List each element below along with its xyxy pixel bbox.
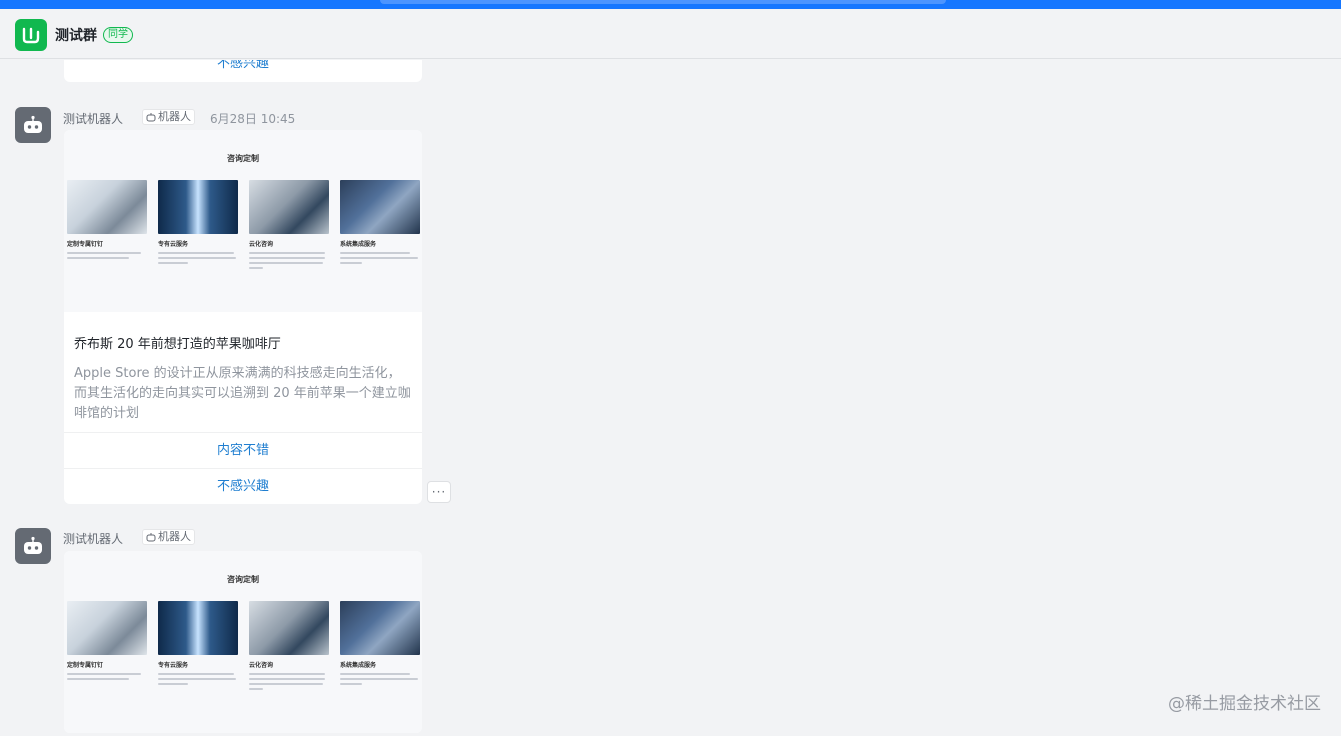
tile-image — [67, 601, 147, 655]
sender-name[interactable]: 测试机器人 — [63, 530, 123, 547]
bot-avatar[interactable] — [15, 528, 51, 564]
tile-name: 系统集成服务 — [340, 662, 377, 669]
tile-description — [249, 252, 329, 269]
tile-name: 专有云服务 — [158, 662, 189, 669]
top-bar — [0, 0, 1341, 9]
tile-description — [249, 673, 329, 690]
robot-badge-icon — [146, 113, 156, 122]
tile-name: 专有云服务 — [158, 241, 189, 248]
chat-title[interactable]: 测试群 — [55, 25, 97, 45]
message-feed[interactable]: 不感兴趣 测试机器人 机器人 6月28日 10:45 咨询定制 定制专属钉钉 专… — [0, 60, 1341, 736]
more-icon: ··· — [431, 485, 447, 499]
bot-badge-label: 机器人 — [158, 110, 191, 123]
tile-image — [67, 180, 147, 234]
tile-image — [340, 180, 420, 234]
preview-title: 咨询定制 — [227, 575, 259, 584]
tile-name: 系统集成服务 — [340, 241, 377, 248]
tile-description — [158, 673, 238, 685]
tile-name: 云化咨询 — [249, 662, 274, 669]
preview-tile: 定制专属钉钉 — [67, 180, 147, 262]
robot-icon — [24, 115, 42, 133]
preview-tile: 定制专属钉钉 — [67, 601, 147, 683]
preview-tile: 专有云服务 — [158, 601, 238, 688]
card-description: Apple Store 的设计正从原来满满的科技感走向生活化，而其生活化的走向其… — [74, 366, 411, 421]
tile-description — [340, 673, 420, 685]
tile-image — [158, 601, 238, 655]
not-interested-button[interactable]: 不感兴趣 — [64, 60, 422, 82]
tile-image — [340, 601, 420, 655]
message-card-previous: 不感兴趣 — [64, 60, 422, 82]
watermark: @稀土掘金技术社区 — [1168, 694, 1321, 714]
card-preview-image: 咨询定制 定制专属钉钉 专有云服务 云化咨询 系统集成服务 — [64, 551, 422, 733]
card-body: 乔布斯 20 年前想打造的苹果咖啡厅 Apple Store 的设计正从原来满满… — [64, 336, 422, 424]
tile-image — [249, 180, 329, 234]
chat-header: 测试群 同学 — [0, 9, 1341, 59]
message-time: 6月28日 10:45 — [210, 112, 296, 126]
bot-avatar[interactable] — [15, 107, 51, 143]
robot-icon — [24, 536, 42, 554]
tile-description — [340, 252, 420, 264]
bot-badge: 机器人 — [142, 109, 195, 125]
card-title[interactable]: 乔布斯 20 年前想打造的苹果咖啡厅 — [74, 336, 412, 354]
preview-title: 咨询定制 — [227, 154, 259, 163]
group-tag: 同学 — [103, 27, 133, 43]
tile-name: 定制专属钉钉 — [67, 241, 104, 248]
preview-tile: 云化咨询 — [249, 601, 329, 693]
tile-name: 定制专属钉钉 — [67, 662, 104, 669]
robot-badge-icon — [146, 533, 156, 542]
preview-tile: 系统集成服务 — [340, 601, 420, 688]
content-good-button[interactable]: 内容不错 — [64, 432, 422, 468]
card-preview-image: 咨询定制 定制专属钉钉 专有云服务 云化咨询 系统集成服务 — [64, 130, 422, 312]
tile-image — [249, 601, 329, 655]
tile-name: 云化咨询 — [249, 241, 274, 248]
message-card[interactable]: 咨询定制 定制专属钉钉 专有云服务 云化咨询 — [64, 551, 422, 733]
group-logo-icon[interactable] — [15, 19, 47, 51]
preview-tile: 专有云服务 — [158, 180, 238, 267]
tile-description — [67, 252, 147, 259]
not-interested-button[interactable]: 不感兴趣 — [64, 468, 422, 504]
tile-description — [67, 673, 147, 680]
tile-image — [158, 180, 238, 234]
preview-tile: 云化咨询 — [249, 180, 329, 272]
tile-description — [158, 252, 238, 264]
search-bar[interactable] — [380, 0, 946, 4]
bot-badge: 机器人 — [142, 529, 195, 545]
bot-badge-label: 机器人 — [158, 530, 191, 543]
preview-tile: 系统集成服务 — [340, 180, 420, 267]
more-options-button[interactable]: ··· — [427, 481, 451, 503]
sender-name[interactable]: 测试机器人 — [63, 110, 123, 127]
message-card[interactable]: 咨询定制 定制专属钉钉 专有云服务 云化咨询 — [64, 130, 422, 504]
